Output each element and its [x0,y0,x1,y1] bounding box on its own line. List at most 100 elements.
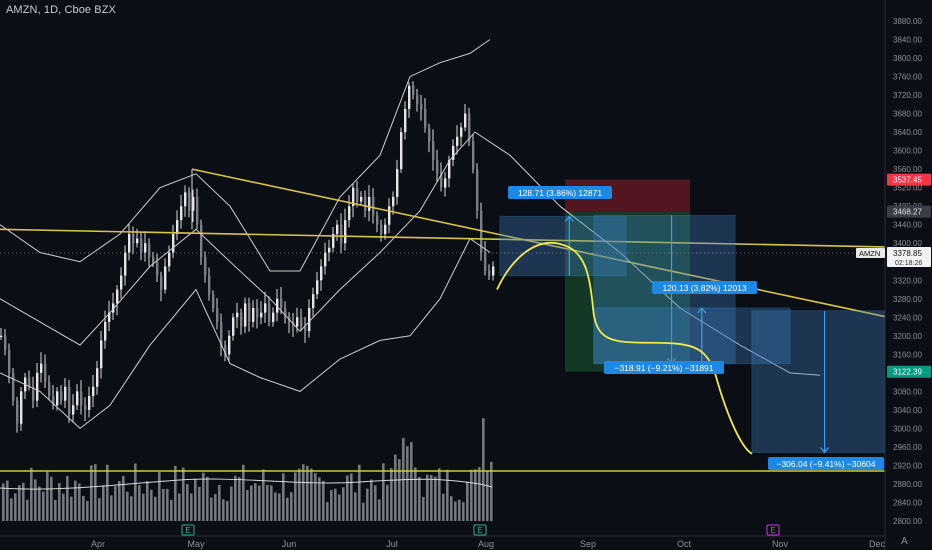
volume-bar [314,473,317,521]
price-candle [172,233,175,253]
volume-bar [458,499,461,521]
volume-bar [470,469,473,521]
chart-symbol-title: AMZN, 1D, Cboe BZX [6,4,116,16]
price-tick-label: 3720.00 [893,91,922,100]
volume-bar [394,454,397,521]
volume-bar [406,446,409,521]
volume-bar [382,463,385,521]
earnings-marker-label: E [770,526,775,535]
volume-bar [290,492,293,521]
time-tick-label: Aug [478,539,494,549]
time-tick-label: Jun [282,539,297,549]
volume-bar [110,495,113,521]
price-candle [4,335,7,350]
volume-bar [318,477,321,521]
price-candle [340,224,343,244]
volume-bar [334,488,337,521]
volume-bar [170,499,173,521]
volume-bar [26,499,29,521]
volume-bar [258,485,261,521]
volume-bar [14,493,17,521]
volume-bar [414,467,417,521]
price-candle [228,335,231,355]
price-tick-label: 3280.00 [893,295,922,304]
price-candle [44,363,47,383]
price-candle [380,224,383,234]
earnings-marker-label: E [185,526,190,535]
price-candle [188,192,191,211]
price-tick-label: 2920.00 [893,461,922,470]
volume-bar [442,493,445,521]
volume-bar [46,471,49,521]
volume-bar [30,467,33,521]
price-candle [208,275,211,295]
price-candle [80,391,83,406]
price-candle [116,289,119,304]
volume-bar [186,484,189,521]
volume-bar [78,483,81,521]
price-tick-label: 3840.00 [893,36,922,45]
volume-bar [410,442,413,521]
price-tick-label: 3400.00 [893,239,922,248]
volume-bar [250,485,253,521]
volume-bar [158,472,161,521]
auto-scale-button[interactable]: A [901,536,908,547]
price-candle [60,391,63,401]
price-candle [184,192,187,207]
measure-label-text: 120.13 (3.82%) 12013 [662,283,746,293]
price-candle [28,377,31,387]
volume-bar [166,488,169,521]
volume-bar [138,485,141,521]
volume-bar [62,493,65,521]
volume-bar [338,494,341,521]
volume-bar [342,487,345,521]
price-candle [20,391,23,424]
price-candle [36,372,39,401]
price-candle [152,257,155,262]
price-candle [268,303,271,322]
volume-bar [198,486,201,521]
volume-bar [310,468,313,521]
volume-bar [262,469,265,521]
price-candle [400,132,403,170]
price-tick-label: 3320.00 [893,276,922,285]
price-tick-label: 3080.00 [893,387,922,396]
volume-bar [178,493,181,521]
price-candle [236,312,239,318]
volume-bar [94,464,97,521]
volume-bar [422,496,425,521]
price-tick-label: 3640.00 [893,128,922,137]
volume-bar [74,480,77,521]
price-candle [344,220,347,244]
price-candle [472,141,475,170]
price-candle [168,252,171,267]
volume-bar [434,476,437,521]
price-candle [412,85,415,96]
volume-bar [126,491,129,521]
current-symbol: AMZN [859,249,880,258]
volume-bar [234,475,237,521]
volume-bar [374,485,377,521]
price-candle [384,224,387,234]
volume-bar [398,459,401,521]
volume-bar [242,464,245,521]
volume-bar [70,496,73,521]
volume-bar [286,497,289,521]
price-candle [392,196,395,207]
price-candle [408,85,411,109]
measure-box-4 [751,310,885,453]
price-candle [136,238,139,244]
volume-bar [298,468,301,521]
volume-bar [86,500,89,521]
volume-bar [134,463,137,521]
price-tick-label: 3000.00 [893,424,922,433]
volume-bar [82,495,85,521]
price-candle [144,243,147,253]
price-chart[interactable]: 3880.00 3840.00 3800.00 3760.00 3720.00 3680.… [0,0,932,550]
time-tick-label: Jul [386,539,398,549]
price-tick-label: 3800.00 [893,54,922,63]
volume-bar [202,472,205,521]
volume-bar [426,474,429,521]
price-candle [432,141,435,160]
volume-bar [482,418,485,521]
